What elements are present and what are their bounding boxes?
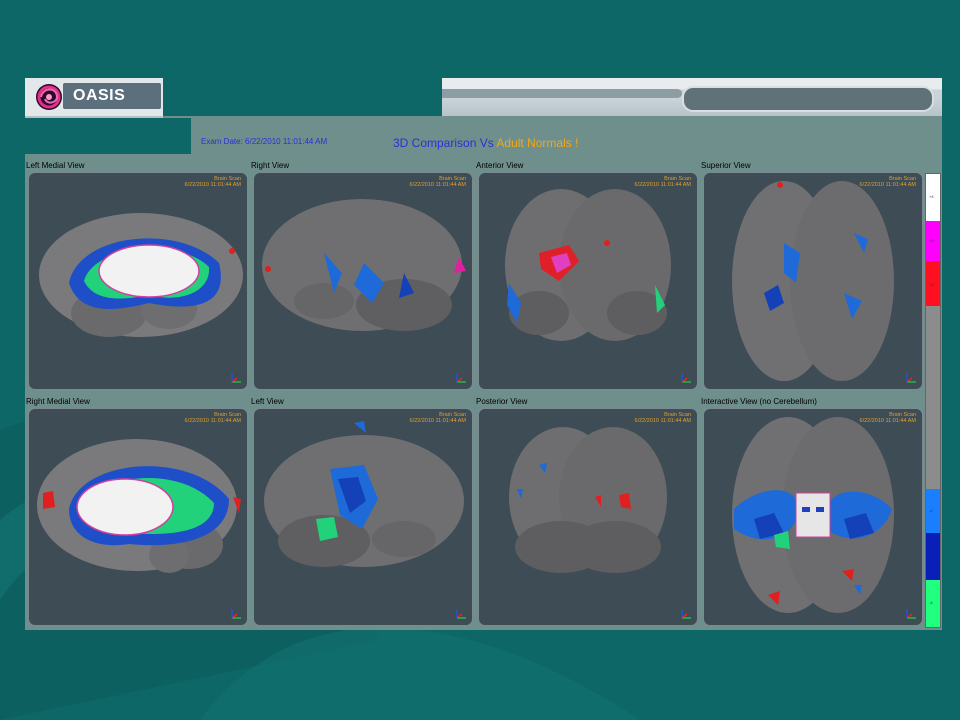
panel-label: Interactive View (no Cerebellum) (701, 397, 817, 406)
brain-render (732, 181, 894, 381)
panel-posterior-view: Posterior View Brain Scan 6/22/2010 11:0… (475, 397, 698, 627)
legend-tick: +3 (929, 238, 934, 243)
page-title: 3D Comparison Vs Adult Normals ! (393, 136, 578, 150)
panel-anterior-view: Anterior View Brain Scan 6/22/2010 11:01… (475, 161, 698, 391)
title-highlight: Adult Normals ! (496, 136, 579, 150)
scan-date: 6/22/2010 11:01:44 AM (184, 418, 241, 424)
panel-left-medial-view: Left Medial View Brain Scan 6/22/2010 11… (25, 161, 248, 391)
brain-render (37, 439, 241, 573)
color-scale-legend: +4 +3 +2 -2 -3 -4 (925, 173, 941, 628)
brain-viewport[interactable]: Brain Scan 6/22/2010 11:01:44 AM (28, 172, 248, 390)
panel-label: Anterior View (476, 161, 524, 170)
xyz-axes-icon (906, 373, 916, 383)
brain-viewport[interactable]: Brain Scan 6/22/2010 11:01:44 AM (703, 172, 923, 390)
header-search-box[interactable] (682, 86, 934, 112)
brain-viewport[interactable]: Brain Scan 6/22/2010 11:01:44 AM (253, 172, 473, 390)
app-logo-text: OASIS (73, 87, 126, 104)
xyz-axes-icon (456, 373, 466, 383)
scan-date: 6/22/2010 11:01:44 AM (409, 418, 466, 424)
title-bar: OASIS (25, 78, 942, 118)
brain-render (732, 417, 894, 613)
panel-interactive-view: Interactive View (no Cerebellum) Brain S… (700, 397, 923, 627)
scan-date: 6/22/2010 11:01:44 AM (409, 182, 466, 188)
panel-label: Posterior View (476, 397, 528, 406)
legend-tick: +4 (929, 194, 934, 199)
brain-viewport[interactable]: Brain Scan 6/22/2010 11:01:44 AM (253, 408, 473, 626)
app-window: OASIS Exam Date: 6/22/2010 11:01:44 AM 3… (25, 78, 942, 630)
oasis-swirl-icon (36, 84, 62, 110)
subheader-spacer (25, 118, 191, 154)
brain-viewport[interactable]: Brain Scan 6/22/2010 11:01:44 AM (478, 172, 698, 390)
brain-render (262, 199, 466, 331)
scan-date: 6/22/2010 11:01:44 AM (634, 418, 691, 424)
legend-seg-neutral (926, 306, 940, 489)
brain-viewport[interactable]: Brain Scan 6/22/2010 11:01:44 AM (703, 408, 923, 626)
brain-render (264, 421, 464, 567)
panel-label: Right View (251, 161, 290, 170)
panel-label: Right Medial View (26, 397, 90, 406)
scan-date: 6/22/2010 11:01:44 AM (634, 182, 691, 188)
brain-render (505, 189, 671, 341)
brain-viewport[interactable]: Brain Scan 6/22/2010 11:01:44 AM (478, 408, 698, 626)
header-spacer (163, 78, 442, 116)
scan-date: 6/22/2010 11:01:44 AM (859, 418, 916, 424)
xyz-axes-icon (456, 609, 466, 619)
header-stripe (442, 89, 682, 98)
scan-date: 6/22/2010 11:01:44 AM (859, 182, 916, 188)
scan-date: 6/22/2010 11:01:44 AM (184, 182, 241, 188)
panel-label: Superior View (701, 161, 751, 170)
brain-viewport[interactable]: Brain Scan 6/22/2010 11:01:44 AM (28, 408, 248, 626)
legend-tick: -2 (929, 508, 933, 513)
panel-superior-view: Superior View Brain Scan 6/22/2010 11:01… (700, 161, 923, 391)
panel-right-view: Right View Brain Scan 6/22/2010 11:01:44… (250, 161, 473, 391)
panel-left-view: Left View Brain Scan 6/22/2010 11:01:44 … (250, 397, 473, 627)
exam-date: Exam Date: 6/22/2010 11:01:44 AM (201, 137, 328, 146)
xyz-axes-icon (231, 609, 241, 619)
xyz-axes-icon (231, 373, 241, 383)
xyz-axes-icon (906, 609, 916, 619)
brain-render (39, 213, 243, 337)
panel-right-medial-view: Right Medial View Brain Scan 6/22/2010 1… (25, 397, 248, 627)
logo-area: OASIS (25, 78, 163, 118)
brain-render (509, 427, 667, 573)
legend-tick: -3 (929, 554, 933, 559)
xyz-axes-icon (681, 609, 691, 619)
xyz-axes-icon (681, 373, 691, 383)
panel-label: Left Medial View (26, 161, 85, 170)
legend-tick: -4 (929, 600, 933, 605)
legend-tick: +2 (929, 282, 934, 287)
panel-label: Left View (251, 397, 284, 406)
title-prefix: 3D Comparison Vs (393, 136, 497, 150)
header-toolbar (442, 78, 942, 116)
